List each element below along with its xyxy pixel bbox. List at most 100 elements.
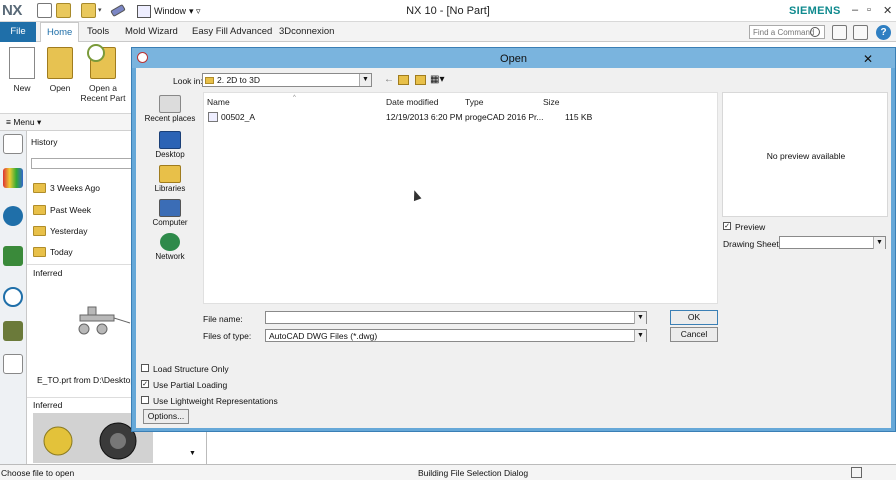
column-header-type[interactable]: Type — [465, 97, 483, 107]
help-icon[interactable]: ? — [876, 25, 891, 40]
ribbon-tabs: File Home Tools Mold Wizard Easy Fill Ad… — [0, 22, 896, 43]
quick-recent-icon[interactable] — [81, 3, 96, 18]
chevron-down-icon: ▼ — [359, 74, 371, 86]
close-icon[interactable]: ✕ — [863, 52, 873, 66]
load-structure-checkbox[interactable] — [141, 364, 149, 372]
status-message: Building File Selection Dialog — [418, 468, 529, 478]
resource-bar — [0, 114, 27, 464]
history-group-yesterday[interactable]: Yesterday — [33, 224, 88, 238]
view-menu-icon[interactable]: ▦▾ — [430, 74, 444, 86]
thumbnail-label: E_TO.prt from D:\Desktop\ — [37, 375, 138, 385]
look-in-select[interactable]: 2. 2D to 3D ▼ — [202, 73, 372, 87]
back-arrow-icon[interactable]: ← — [384, 74, 394, 86]
preview-checkbox[interactable]: ✓ — [723, 222, 731, 230]
column-header-name[interactable]: ^ Name — [207, 95, 296, 107]
reuse-library-icon[interactable] — [3, 246, 23, 266]
file-name-input[interactable]: ▼ — [265, 311, 647, 324]
place-recent-places[interactable]: Recent places — [142, 95, 198, 123]
network-icon — [160, 233, 180, 251]
chevron-up-icon[interactable] — [853, 25, 868, 40]
open-recent-part-button[interactable]: Open a Recent Part — [80, 44, 126, 103]
part-thumbnail[interactable] — [72, 301, 132, 341]
drawing-sheet-label: Drawing Sheet — [723, 239, 779, 249]
column-header-date-modified[interactable]: Date modified — [386, 97, 438, 107]
no-preview-text: No preview available — [766, 151, 846, 161]
assembly-navigator-icon[interactable] — [3, 168, 23, 188]
lightweight-checkbox[interactable] — [141, 396, 149, 404]
menu-button[interactable]: ≡ Menu ▾ — [6, 117, 41, 128]
layout-icon[interactable] — [832, 25, 847, 40]
status-window-icon[interactable] — [851, 467, 862, 478]
options-button[interactable]: Options... — [143, 409, 189, 424]
history-clock-icon[interactable] — [3, 287, 23, 307]
chevron-down-icon: ▾ ▿ — [189, 5, 201, 16]
place-label: Network — [155, 252, 185, 261]
tab-easy-fill-advanced[interactable]: Easy Fill Advanced — [186, 22, 278, 42]
chevron-down-icon[interactable]: ▼ — [189, 450, 196, 457]
tool-icon[interactable] — [110, 3, 126, 18]
window-icon — [137, 4, 151, 18]
place-label: Desktop — [155, 150, 185, 159]
ok-button[interactable]: OK — [670, 310, 718, 325]
drawing-sheet-select[interactable]: ▼ — [779, 236, 886, 249]
history-group-label: Yesterday — [50, 226, 88, 236]
close-icon[interactable]: ✕ — [883, 4, 892, 17]
files-of-type-select[interactable]: AutoCAD DWG Files (*.dwg) ▼ — [265, 329, 647, 342]
tab-mold-wizard[interactable]: Mold Wizard — [119, 22, 184, 42]
siemens-logo: SIEMENS — [789, 5, 841, 17]
quick-open-icon[interactable] — [56, 3, 71, 18]
place-desktop[interactable]: Desktop — [142, 131, 198, 159]
sort-caret-icon: ^ — [293, 95, 296, 101]
minimize-icon[interactable]: – — [852, 4, 858, 16]
status-bar: Choose file to open Building File Select… — [0, 464, 896, 480]
file-row[interactable]: 00502_A 12/19/2013 6:20 PM progeCAD 2016… — [204, 110, 719, 123]
files-of-type-label: Files of type: — [203, 331, 252, 341]
nx-logo: NX — [2, 2, 22, 19]
system-materials-icon[interactable] — [3, 354, 23, 374]
tab-3dconnexion[interactable]: 3Dconnexion — [273, 22, 340, 42]
file-date: 12/19/2013 6:20 PM — [386, 112, 463, 122]
file-name-label: File name: — [203, 314, 243, 324]
place-label: Recent places — [144, 114, 196, 123]
tab-home[interactable]: Home — [40, 22, 80, 43]
history-group-3-weeks-ago[interactable]: 3 Weeks Ago — [33, 181, 100, 195]
folder-open-icon — [47, 47, 73, 79]
folder-icon — [33, 183, 46, 193]
recent-label-line1: Open a — [89, 83, 117, 93]
restore-icon[interactable]: ▫ — [867, 4, 871, 16]
dialog-title-bar: Open ✕ — [132, 48, 895, 68]
new-button[interactable]: New — [9, 47, 35, 93]
folder-icon — [33, 205, 46, 215]
up-folder-icon[interactable] — [398, 75, 409, 85]
partial-loading-checkbox[interactable]: ✓ — [141, 380, 149, 388]
places-bar: Recent places Desktop Libraries Computer… — [142, 93, 198, 263]
dialog-title: Open — [500, 53, 527, 65]
chevron-down-icon[interactable]: ▾ — [98, 6, 102, 14]
new-folder-icon[interactable] — [415, 75, 426, 85]
quick-new-icon[interactable] — [37, 3, 52, 18]
tab-file[interactable]: File — [0, 22, 36, 42]
look-in-value: 2. 2D to 3D — [217, 75, 260, 85]
look-in-label: Look in: — [173, 76, 203, 86]
recent-label-line2: Recent Part — [80, 93, 126, 103]
chevron-down-icon: ▼ — [873, 237, 885, 249]
place-network[interactable]: Network — [142, 233, 198, 261]
window-menu[interactable]: Window ▾ ▿ — [137, 3, 201, 19]
open-button[interactable]: Open — [46, 47, 74, 93]
file-list[interactable]: ^ Name Date modified Type Size 00502_A 12… — [203, 92, 718, 304]
desktop-icon — [159, 131, 181, 149]
search-icon[interactable] — [810, 27, 820, 37]
tab-tools[interactable]: Tools — [81, 22, 115, 42]
info-icon[interactable] — [3, 206, 23, 226]
history-group-today[interactable]: Today — [33, 245, 73, 259]
place-libraries[interactable]: Libraries — [142, 165, 198, 193]
place-computer[interactable]: Computer — [142, 199, 198, 227]
history-group-past-week[interactable]: Past Week — [33, 203, 91, 217]
libraries-icon — [159, 165, 181, 183]
history-group-label: 3 Weeks Ago — [50, 183, 100, 193]
cancel-button[interactable]: Cancel — [670, 327, 718, 342]
gear-icon[interactable] — [3, 134, 23, 154]
folder-icon — [33, 247, 46, 257]
roles-icon[interactable] — [3, 321, 23, 341]
column-header-size[interactable]: Size — [543, 97, 560, 107]
